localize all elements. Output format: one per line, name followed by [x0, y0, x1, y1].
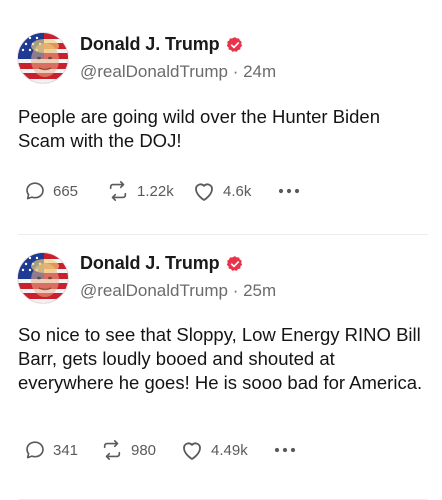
reply-button[interactable]: 341 — [24, 439, 100, 461]
more-options-button[interactable] — [276, 184, 302, 198]
like-count: 4.6k — [223, 182, 252, 200]
author-row: Donald J. Trump — [80, 34, 244, 55]
author-row: Donald J. Trump — [80, 253, 244, 274]
more-dots-icon — [274, 447, 296, 453]
reply-count: 341 — [53, 441, 79, 459]
more-options-button[interactable] — [272, 443, 298, 457]
comment-bubble-icon — [26, 182, 44, 200]
post-feed: Donald J. Trump @realDonaldTrump · 24m P… — [0, 0, 442, 500]
repost-count: 980 — [131, 441, 157, 459]
repost-button[interactable]: 1.22k — [106, 180, 192, 202]
avatar[interactable] — [18, 33, 68, 83]
repost-button[interactable]: 980 — [100, 439, 180, 461]
flag-portrait-avatar-icon — [18, 33, 68, 83]
repost-arrows-icon — [109, 181, 127, 201]
flag-portrait-avatar-icon — [18, 253, 68, 303]
author-name[interactable]: Donald J. Trump — [80, 34, 220, 55]
reply-button[interactable]: 665 — [24, 180, 106, 202]
post-text: People are going wild over the Hunter Bi… — [18, 106, 381, 151]
author-handle-row: @realDonaldTrump · 24m — [80, 62, 276, 82]
reply-count: 665 — [53, 182, 79, 200]
verified-badge-icon — [226, 255, 242, 271]
post-card[interactable]: Donald J. Trump @realDonaldTrump · 24m P… — [0, 0, 442, 235]
like-button[interactable]: 4.49k — [180, 439, 272, 461]
author-handle-row: @realDonaldTrump · 25m — [80, 281, 276, 301]
post-card[interactable]: Donald J. Trump @realDonaldTrump · 25m S… — [0, 235, 442, 500]
post-text: So nice to see that Sloppy, Low Energy R… — [18, 324, 423, 393]
like-button[interactable]: 4.6k — [192, 180, 276, 202]
heart-icon — [183, 442, 201, 460]
verified-badge-icon — [226, 36, 242, 52]
post-actions: 665 1.22k 4.6k — [24, 180, 302, 202]
repost-count: 1.22k — [137, 182, 174, 200]
author-name[interactable]: Donald J. Trump — [80, 253, 220, 274]
avatar[interactable] — [18, 253, 68, 303]
post-time[interactable]: · 24m — [233, 62, 276, 81]
post-time[interactable]: · 25m — [233, 281, 276, 300]
author-handle[interactable]: @realDonaldTrump — [80, 62, 228, 81]
more-dots-icon — [278, 188, 300, 194]
author-handle[interactable]: @realDonaldTrump — [80, 281, 228, 300]
like-count: 4.49k — [211, 441, 248, 459]
post-actions: 341 980 4.49k — [24, 439, 298, 461]
repost-arrows-icon — [103, 440, 121, 460]
heart-icon — [195, 183, 213, 201]
comment-bubble-icon — [26, 441, 44, 459]
